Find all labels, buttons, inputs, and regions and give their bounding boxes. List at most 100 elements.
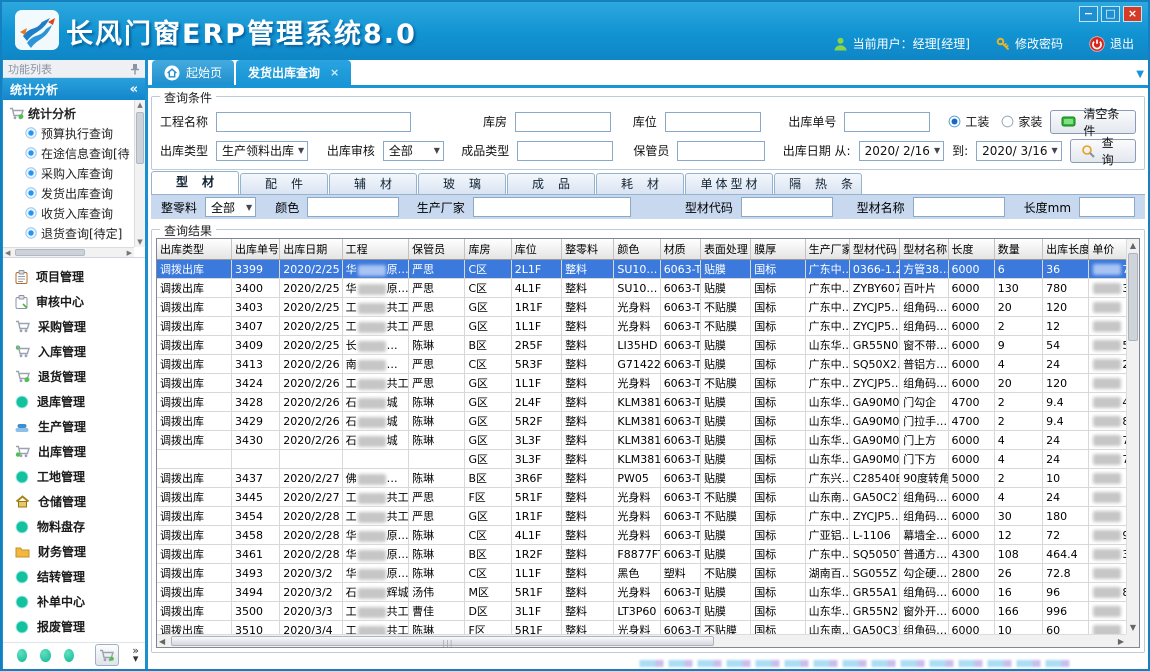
change-password-button[interactable]: 修改密码 [996,35,1063,52]
warehouse-input[interactable] [515,112,611,132]
column-header-11[interactable]: 膜厚 [751,239,805,260]
table-row-18[interactable]: 调拨出库35002020/3/3工共工程曹佳D区3L1F整料LT3P606063… [157,602,1140,621]
column-header-12[interactable]: 生产厂家 [805,239,849,260]
order-no-input[interactable] [844,112,930,132]
sidebar-item-4[interactable]: 退货管理 [15,364,145,389]
table-row-12[interactable]: 调拨出库34452020/2/27工共工程严思F区5R1F整料光身料6063-T… [157,488,1140,507]
radio-jiazhuang[interactable]: 家装 [1001,113,1042,130]
logout-button[interactable]: 退出 [1089,35,1134,52]
date-from-select[interactable]: 2020/ 2/16▼ [859,141,945,161]
minimize-button[interactable]: − [1079,6,1098,22]
table-row-6[interactable]: 调拨出库34242020/2/26工共工程严思G区1L1F整料光身料6063-T… [157,374,1140,393]
table-row-5[interactable]: 调拨出库34132020/2/26南…严思C区5R3F整料G714226063-… [157,355,1140,374]
table-row-16[interactable]: 调拨出库34932020/3/2华原…陈琳C区1L1F整料黑色塑料不贴膜国标湖南… [157,564,1140,583]
column-header-15[interactable]: 长度 [948,239,994,260]
sidebar-item-14[interactable]: 报废管理 [15,614,145,639]
quick-dot-button-3[interactable] [64,649,74,662]
sidebar-item-5[interactable]: 退库管理 [15,389,145,414]
tree-vertical-scrollbar[interactable]: ▲▼ [134,100,145,247]
tree-item-2[interactable]: 采购入库查询 [9,163,131,183]
sidebar-item-13[interactable]: 补单中心 [15,589,145,614]
column-header-16[interactable]: 数量 [994,239,1042,260]
color-input[interactable] [307,197,399,217]
table-row-9[interactable]: 调拨出库34302020/2/26石城陈琳G区3L3F整料KLM38176063… [157,431,1140,450]
search-button[interactable]: 查 询 [1070,139,1136,163]
table-row-15[interactable]: 调拨出库34612020/2/28华原…陈琳B区1R2F整料F8877FT606… [157,545,1140,564]
column-header-18[interactable]: 单价 [1089,239,1131,260]
sidebar-item-1[interactable]: 审核中心 [15,289,145,314]
table-row-14[interactable]: 调拨出库34582020/2/28华原…陈琳C区4L1F整料光身料6063-T5… [157,526,1140,545]
column-header-5[interactable]: 库房 [465,239,511,260]
sidebar-item-8[interactable]: 工地管理 [15,464,145,489]
table-row-4[interactable]: 调拨出库34092020/2/25长…陈琳B区2R5F整料LI35HD6063-… [157,336,1140,355]
tab-overflow-dropdown-icon[interactable]: ▼ [1136,69,1144,80]
column-header-6[interactable]: 库位 [511,239,561,260]
table-row-3[interactable]: 调拨出库34072020/2/25工共工程严思G区1L1F整料光身料6063-T… [157,317,1140,336]
radio-gongzhuang[interactable]: 工装 [948,113,989,130]
sidebar-overflow-button[interactable]: »▾ [132,647,139,663]
tree-horizontal-scrollbar[interactable]: ◀▶ [3,247,134,257]
table-row-13[interactable]: 调拨出库34542020/2/28工共工程严思G区1R1F整料光身料6063-T… [157,507,1140,526]
material-tab-6[interactable]: 单体型材 [685,173,773,194]
product-type-input[interactable] [517,141,613,161]
column-header-7[interactable]: 整零料 [562,239,614,260]
material-tab-5[interactable]: 耗材 [596,173,684,194]
column-header-2[interactable]: 出库日期 [280,239,342,260]
column-header-3[interactable]: 工程 [342,239,408,260]
tab-home[interactable]: 起始页 [152,60,234,85]
manufacturer-input[interactable] [473,197,631,217]
quick-cart-button[interactable] [95,644,119,666]
material-tab-3[interactable]: 玻璃 [418,173,506,194]
column-header-14[interactable]: 型材名称 [900,239,948,260]
sidebar-item-12[interactable]: 结转管理 [15,564,145,589]
column-header-0[interactable]: 出库类型 [157,239,231,260]
grid-vertical-scrollbar[interactable]: ▲▼ [1126,239,1139,634]
sidebar-item-2[interactable]: 采购管理 [15,314,145,339]
audit-select[interactable]: 全部▼ [383,141,444,161]
scrollbar-thumb[interactable]: ||| [171,636,714,646]
column-header-17[interactable]: 出库长度 [1043,239,1089,260]
table-row-11[interactable]: 调拨出库34372020/2/27佛…陈琳B区3R6F整料PW056063-T5… [157,469,1140,488]
maximize-button[interactable]: □ [1101,6,1120,22]
grid-horizontal-scrollbar[interactable]: ◀|||▶ [157,634,1126,647]
tab-close-icon[interactable]: × [330,66,339,79]
tree-item-4[interactable]: 收货入库查询 [9,203,131,223]
close-button[interactable]: × [1123,6,1142,22]
column-header-10[interactable]: 表面处理 [700,239,750,260]
tree-item-0[interactable]: 预算执行查询 [9,123,131,143]
table-row-0[interactable]: 调拨出库33992020/2/25华原…严思C区2L1F整料SU10…6063-… [157,260,1140,279]
sidebar-item-7[interactable]: 出库管理 [15,439,145,464]
location-input[interactable] [665,112,761,132]
pin-icon[interactable] [130,63,140,75]
table-row-17[interactable]: 调拨出库34942020/3/2石辉城汤伟M区5R1F整料光身料6063-T5贴… [157,583,1140,602]
tree-item-5[interactable]: 退货查询[待定] [9,223,131,243]
sidebar-item-3[interactable]: 入库管理 [15,339,145,364]
quick-dot-button-1[interactable] [17,649,27,662]
table-row-1[interactable]: 调拨出库34002020/2/25华原…严思C区4L1F整料SU10…6063-… [157,279,1140,298]
material-tab-7[interactable]: 隔热条 [774,173,862,194]
project-name-input[interactable] [216,112,411,132]
table-row-7[interactable]: 调拨出库34282020/2/26石城陈琳G区2L4F整料KLM38176063… [157,393,1140,412]
quick-dot-button-2[interactable] [40,649,50,662]
sidebar-item-6[interactable]: 生产管理 [15,414,145,439]
scrollbar-thumb[interactable] [1128,253,1138,341]
profile-code-input[interactable] [741,197,833,217]
material-tab-1[interactable]: 配件 [240,173,328,194]
sidebar-item-9[interactable]: 仓储管理 [15,489,145,514]
tab-shipment-outbound-query[interactable]: 发货出库查询 × [236,60,351,85]
column-header-4[interactable]: 保管员 [409,239,465,260]
tree-item-1[interactable]: 在途信息查询[待 [9,143,131,163]
material-tab-4[interactable]: 成品 [507,173,595,194]
column-header-8[interactable]: 颜色 [614,239,660,260]
tree-item-3[interactable]: 发货出库查询 [9,183,131,203]
tree-root[interactable]: 统计分析 [9,103,131,123]
sidebar-item-11[interactable]: 财务管理 [15,539,145,564]
length-input[interactable] [1079,197,1135,217]
sidebar-item-0[interactable]: 项目管理 [15,264,145,289]
sidebar-item-10[interactable]: 物料盘存 [15,514,145,539]
table-row-8[interactable]: 调拨出库34292020/2/26石城陈琳G区5R2F整料KLM38176063… [157,412,1140,431]
profile-name-input[interactable] [913,197,1005,217]
collapse-panel-button[interactable]: « [130,82,138,97]
table-row-2[interactable]: 调拨出库34032020/2/25工共工程严思G区1R1F整料光身料6063-T… [157,298,1140,317]
material-tab-2[interactable]: 辅材 [329,173,417,194]
